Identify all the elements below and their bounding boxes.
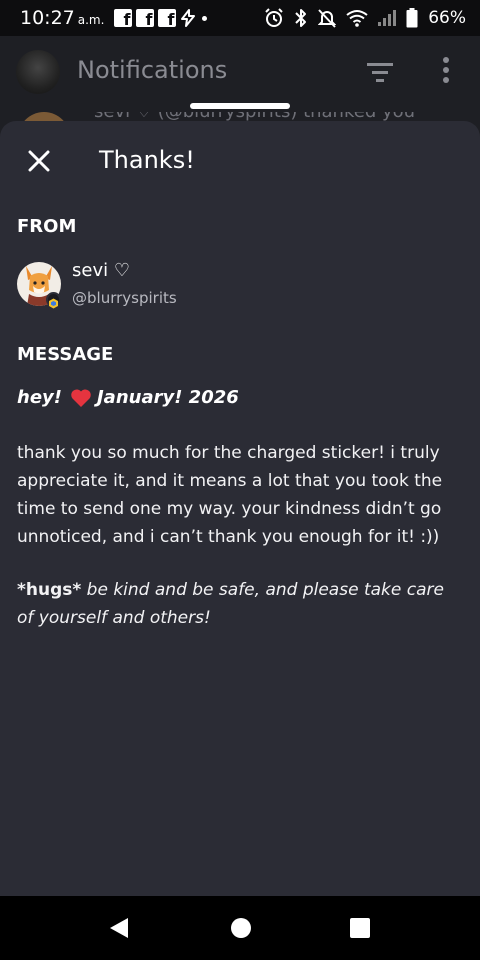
- from-label: FROM: [17, 216, 77, 237]
- thanks-sheet: Thanks! FROM sevi ♡ @blurryspirits MESSA…: [0, 121, 480, 896]
- red-heart-icon: [71, 388, 91, 407]
- close-icon: [28, 150, 50, 172]
- system-nav-bar: [0, 896, 480, 960]
- sender-name[interactable]: sevi ♡: [72, 260, 130, 281]
- message-body: thank you so much for the charged sticke…: [17, 443, 443, 547]
- battery-percent: 66%: [428, 8, 466, 28]
- sender-badge: [46, 292, 61, 309]
- message-closing-rest: be kind and be safe, and please take car…: [17, 580, 444, 628]
- status-bar: 10:27 a.m. 66%: [0, 0, 480, 36]
- filter-icon[interactable]: [366, 60, 394, 84]
- notifications-header: Notifications: [0, 36, 480, 112]
- dot-icon: [202, 15, 208, 21]
- message-greeting: hey!: [17, 387, 62, 408]
- signal-icon: [378, 10, 397, 26]
- home-icon[interactable]: [231, 918, 251, 938]
- avatar[interactable]: [16, 50, 60, 94]
- facebook-icon: [136, 9, 155, 29]
- facebook-icon: [158, 9, 177, 29]
- message-label: MESSAGE: [17, 344, 114, 365]
- message-heading: hey! January! 2026: [17, 387, 239, 408]
- sender-handle[interactable]: @blurryspirits: [72, 289, 177, 307]
- status-system-icons: 66%: [264, 8, 466, 28]
- close-button[interactable]: [22, 144, 56, 178]
- back-icon[interactable]: [108, 916, 130, 940]
- mute-icon: [318, 9, 337, 28]
- message-closing: *hugs* be kind and be safe, and please t…: [17, 576, 463, 632]
- message-closing-bold: *hugs*: [17, 580, 82, 600]
- sheet-drag-handle[interactable]: [190, 103, 290, 109]
- message-date: January! 2026: [96, 387, 239, 408]
- battery-icon: [406, 8, 418, 28]
- alarm-icon: [265, 8, 283, 27]
- sheet-title: Thanks!: [99, 146, 195, 174]
- status-time: 10:27: [20, 7, 75, 29]
- page-title: Notifications: [77, 56, 228, 84]
- more-vert-icon[interactable]: [438, 56, 454, 84]
- recents-icon[interactable]: [350, 918, 370, 938]
- facebook-icon: [114, 9, 133, 29]
- status-notification-icons: [114, 9, 208, 29]
- wifi-icon: [346, 10, 368, 27]
- bolt-icon: [181, 9, 196, 27]
- status-ampm: a.m.: [77, 13, 105, 27]
- bluetooth-icon: [295, 9, 307, 27]
